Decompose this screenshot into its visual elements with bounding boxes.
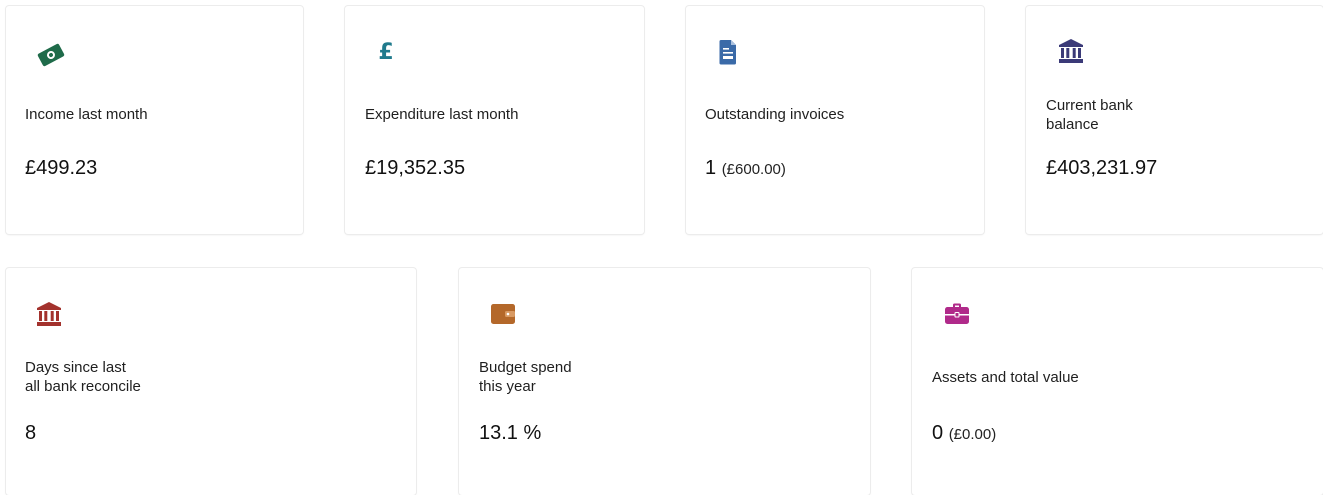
wallet-icon xyxy=(488,299,518,329)
outstanding-invoices-count: 1 xyxy=(705,157,717,179)
outstanding-invoices-value: 1 (£600.00) xyxy=(705,156,786,182)
money-bill-icon xyxy=(36,40,66,70)
days-since-reconcile-card[interactable]: Days since last all bank reconcile 8 xyxy=(6,268,416,495)
assets-card[interactable]: Assets and total value 0 (£0.00) xyxy=(912,268,1323,495)
days-since-reconcile-count: 8 xyxy=(25,422,37,444)
svg-text:£: £ xyxy=(378,40,393,65)
outstanding-invoices-total: (£600.00) xyxy=(721,161,786,178)
expenditure-card[interactable]: £ Expenditure last month £19,352.35 xyxy=(345,6,644,234)
outstanding-invoices-card[interactable]: Outstanding invoices 1 (£600.00) xyxy=(686,6,984,234)
expenditure-amount: £19,352.35 xyxy=(365,157,466,179)
current-bank-balance-card[interactable]: Current bank balance £403,231.97 xyxy=(1026,6,1323,234)
assets-total: (£0.00) xyxy=(948,426,997,443)
expenditure-value: £19,352.35 xyxy=(365,156,465,180)
budget-spend-value: 13.1 % xyxy=(479,421,541,445)
days-since-reconcile-value: 8 xyxy=(25,421,36,445)
income-amount: £499.23 xyxy=(25,157,98,179)
budget-spend-percent: 13.1 % xyxy=(479,422,542,444)
assets-count: 0 xyxy=(932,422,944,444)
current-bank-balance-label: Current bank balance xyxy=(1046,97,1133,133)
current-bank-balance-value: £403,231.97 xyxy=(1046,156,1157,180)
invoice-icon xyxy=(713,37,743,67)
expenditure-label: Expenditure last month xyxy=(365,106,519,123)
income-card[interactable]: Income last month £499.23 xyxy=(6,6,303,234)
assets-value: 0 (£0.00) xyxy=(932,421,996,447)
assets-label: Assets and total value xyxy=(932,369,1079,386)
days-since-reconcile-label: Days since last all bank reconcile xyxy=(25,359,141,395)
budget-spend-label: Budget spend this year xyxy=(479,359,572,395)
bank-icon xyxy=(34,299,64,329)
pound-sign-icon: £ xyxy=(371,36,401,66)
briefcase-icon xyxy=(942,299,972,329)
outstanding-invoices-label: Outstanding invoices xyxy=(705,106,845,123)
income-value: £499.23 xyxy=(25,156,97,180)
bank-icon xyxy=(1056,36,1086,66)
budget-spend-card[interactable]: Budget spend this year 13.1 % xyxy=(459,268,870,495)
income-label: Income last month xyxy=(25,106,148,123)
current-bank-balance-amount: £403,231.97 xyxy=(1046,157,1158,179)
